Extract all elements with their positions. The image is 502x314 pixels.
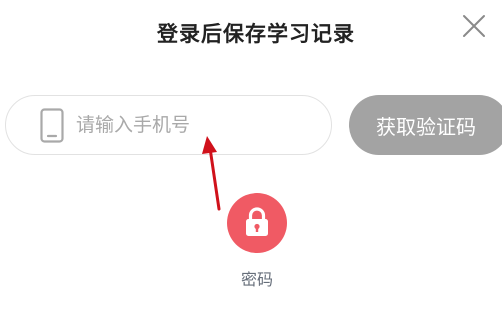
lock-icon bbox=[246, 207, 268, 236]
get-code-button[interactable]: 获取验证码 bbox=[349, 95, 502, 155]
mobile-phone-icon bbox=[40, 108, 64, 143]
password-login-option[interactable]: 密码 bbox=[222, 193, 292, 293]
login-dialog: 登录后保存学习记录 获取验证码 密码 bbox=[0, 0, 502, 314]
close-icon bbox=[463, 15, 485, 37]
phone-input[interactable] bbox=[76, 108, 316, 142]
password-label: 密码 bbox=[240, 270, 273, 289]
password-icon-circle bbox=[227, 193, 287, 253]
close-button[interactable] bbox=[462, 14, 486, 38]
dialog-title: 登录后保存学习记录 bbox=[157, 22, 355, 46]
phone-field[interactable] bbox=[5, 95, 332, 155]
